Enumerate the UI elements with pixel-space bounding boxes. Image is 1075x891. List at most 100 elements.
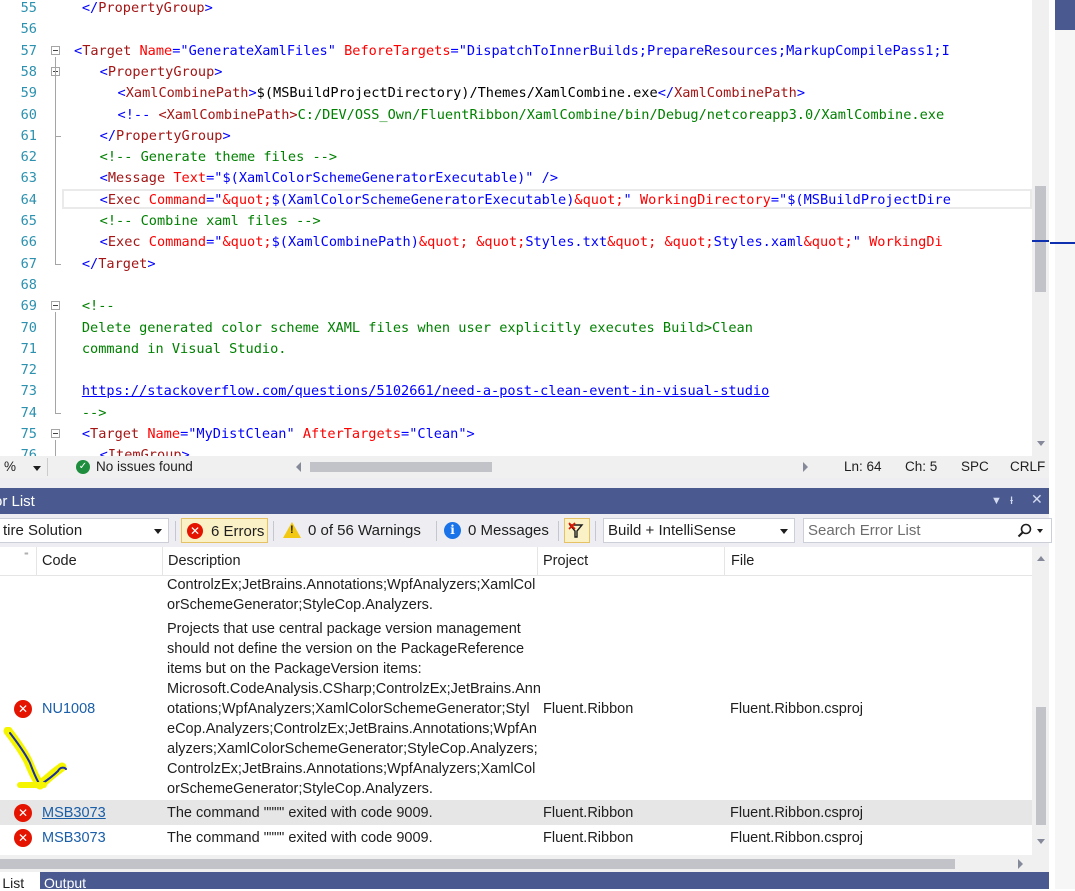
table-row[interactable]: ✕ NU1008 Projects that use central packa… xyxy=(0,619,1032,799)
code-token: Target xyxy=(82,42,132,59)
row-file: Fluent.Ribbon.csproj xyxy=(730,701,863,717)
filter-toggle-button[interactable] xyxy=(564,518,590,543)
table-row[interactable]: ControlzEx;JetBrains.Annotations;WpfAnal… xyxy=(0,575,1032,617)
column-separator[interactable] xyxy=(724,547,725,575)
code-token: PropertyGroup xyxy=(98,0,205,16)
chevron-down-icon[interactable] xyxy=(1037,529,1043,533)
close-icon[interactable]: ✕ xyxy=(1031,491,1043,508)
code-line[interactable]: 62 <!-- Generate theme files --> xyxy=(0,147,1032,168)
scroll-up-arrow-icon[interactable] xyxy=(1037,556,1045,561)
table-row[interactable]: ✕ MSB3073 The command """" exited with c… xyxy=(0,826,1032,851)
issues-status[interactable]: No issues found xyxy=(96,459,193,474)
code-line[interactable]: 58 <PropertyGroup> xyxy=(0,62,1032,83)
build-filter-dropdown[interactable]: Build + IntelliSense xyxy=(603,518,795,543)
scope-dropdown[interactable]: tire Solution xyxy=(0,518,169,543)
code-line[interactable]: 66 <Exec Command="&quot;$(XamlCombinePath… xyxy=(0,232,1032,253)
zoom-level[interactable]: % xyxy=(4,459,16,474)
code-text: <Exec Command="&quot;$(XamlCombinePath)&… xyxy=(100,232,943,253)
code-editor[interactable]: 55 </PropertyGroup> 56 57 <Target Name="Gene… xyxy=(0,0,1032,456)
grid-header: ⁼ Code Description Project File xyxy=(0,547,1032,576)
error-list-scroll-thumb[interactable] xyxy=(1036,707,1046,825)
code-line[interactable]: 55 </PropertyGroup> xyxy=(0,0,1032,19)
code-line[interactable]: 76 <ItemGroup> xyxy=(0,445,1032,456)
code-token: > xyxy=(181,447,190,456)
zoom-dropdown-icon[interactable] xyxy=(33,466,41,471)
editor-horizontal-scroll-thumb[interactable] xyxy=(310,462,492,472)
messages-filter-button[interactable]: i 0 Messages xyxy=(441,518,556,543)
pin-icon[interactable]: ᵻ xyxy=(1010,491,1013,507)
code-token: Command xyxy=(148,234,207,251)
scroll-down-arrow-icon[interactable] xyxy=(1037,839,1045,844)
error-list-hscroll-thumb[interactable] xyxy=(0,859,955,869)
error-code-link[interactable]: MSB3073 xyxy=(42,828,106,848)
row-project: Fluent.Ribbon xyxy=(543,701,634,717)
code-text: <ItemGroup> xyxy=(100,445,190,456)
code-token: GenerateXamlFiles" xyxy=(188,42,336,59)
errors-filter-button[interactable]: ✕ 6 Errors xyxy=(181,518,268,543)
error-list-vertical-scrollbar[interactable] xyxy=(1032,547,1049,855)
column-header-description[interactable]: Description xyxy=(168,553,241,569)
code-line[interactable]: 64 <Exec Command="&quot;$(XamlColorScheme… xyxy=(0,190,1032,211)
code-token: > xyxy=(248,85,257,102)
whitespace-indicator[interactable]: SPC xyxy=(961,459,989,474)
code-token[interactable]: https://stackoverflow.com/questions/5102… xyxy=(82,383,769,399)
error-list-horizontal-scrollbar[interactable] xyxy=(0,855,1049,872)
scroll-right-arrow-icon[interactable] xyxy=(803,462,808,472)
code-line[interactable]: 57 <Target Name="GenerateXamlFiles" Befor… xyxy=(0,41,1032,62)
code-line[interactable]: 59 <XamlCombinePath>$(MSBuildProjectDirec… xyxy=(0,83,1032,104)
line-ending-indicator[interactable]: CRLF xyxy=(1010,459,1045,474)
code-line[interactable]: 72 xyxy=(0,360,1032,381)
collapse-toggle-icon[interactable] xyxy=(51,301,60,311)
code-line[interactable]: 60 <!-- <XamlCombinePath>C:/DEV/OSS_Own/F… xyxy=(0,105,1032,126)
warnings-filter-button[interactable]: 0 of 56 Warnings xyxy=(278,518,433,543)
column-header-code[interactable]: Code xyxy=(42,553,77,569)
panel-gap xyxy=(0,478,1049,488)
error-code-link[interactable]: NU1008 xyxy=(42,699,95,719)
code-line[interactable]: 75 <Target Name="MyDistClean" AfterTarget… xyxy=(0,424,1032,445)
scroll-left-arrow-icon[interactable] xyxy=(296,462,301,472)
collapse-toggle-icon[interactable] xyxy=(51,429,60,438)
code-token: $(MSBuildProjectDirectory)/Themes/XamlCo… xyxy=(256,85,658,102)
code-line[interactable]: 63 <Message Text="$(XamlColorSchemeGenera… xyxy=(0,168,1032,189)
code-line[interactable]: 71 command in Visual Studio. xyxy=(0,339,1032,360)
code-line[interactable]: 56 xyxy=(0,19,1032,40)
row-description: The command """" exited with code 9009. xyxy=(167,830,433,846)
search-error-list[interactable]: Search Error List xyxy=(803,518,1052,543)
code-line[interactable]: 73 https://stackoverflow.com/questions/51… xyxy=(0,381,1032,402)
window-position-icon[interactable]: ▼ xyxy=(991,495,1002,507)
table-row[interactable]: ✕ MSB3073 The command """" exited with c… xyxy=(0,800,1032,825)
collapse-toggle-icon[interactable] xyxy=(51,45,60,55)
divider xyxy=(558,521,559,541)
code-line[interactable]: 74 --> xyxy=(0,403,1032,424)
code-text: <Exec Command="&quot;$(XamlColorSchemeGe… xyxy=(100,190,951,211)
line-number: 68 xyxy=(20,276,37,293)
scroll-right-arrow-icon[interactable] xyxy=(1018,859,1023,869)
column-separator[interactable] xyxy=(162,547,163,575)
column-separator[interactable] xyxy=(537,547,538,575)
code-token: Name xyxy=(147,426,181,442)
sort-glyph-icon[interactable]: ⁼ xyxy=(24,550,29,561)
code-line[interactable]: 68 xyxy=(0,275,1032,296)
line-number: 62 xyxy=(20,149,37,166)
column-header-file[interactable]: File xyxy=(731,553,754,569)
search-icon[interactable] xyxy=(1017,523,1033,539)
tab-error-list[interactable]: or List xyxy=(0,872,40,889)
editor-vertical-scrollbar[interactable] xyxy=(1032,0,1052,456)
search-input[interactable]: Search Error List xyxy=(808,522,921,539)
code-token: =" xyxy=(206,191,223,208)
code-line[interactable]: 65 <!-- Combine xaml files --> xyxy=(0,211,1032,232)
error-code-link[interactable]: MSB3073 xyxy=(42,803,106,823)
code-line[interactable]: 61 </PropertyGroup> xyxy=(0,126,1032,147)
editor-scroll-thumb[interactable] xyxy=(1035,186,1046,292)
code-line[interactable]: 67 </Target> xyxy=(0,254,1032,275)
editor-status-bar: % ✓ No issues found Ln: 64 Ch: 5 SPC CRL… xyxy=(0,456,1049,478)
column-separator[interactable] xyxy=(36,547,37,575)
code-line[interactable]: 70 Delete generated color scheme XAML fil… xyxy=(0,318,1032,339)
code-token: Styles.txt xyxy=(525,234,608,251)
row-file: Fluent.Ribbon.csproj xyxy=(730,830,863,846)
scroll-down-arrow-icon[interactable] xyxy=(1037,441,1045,446)
code-line[interactable]: 69 <!-- xyxy=(0,296,1032,317)
column-header-project[interactable]: Project xyxy=(543,553,588,569)
